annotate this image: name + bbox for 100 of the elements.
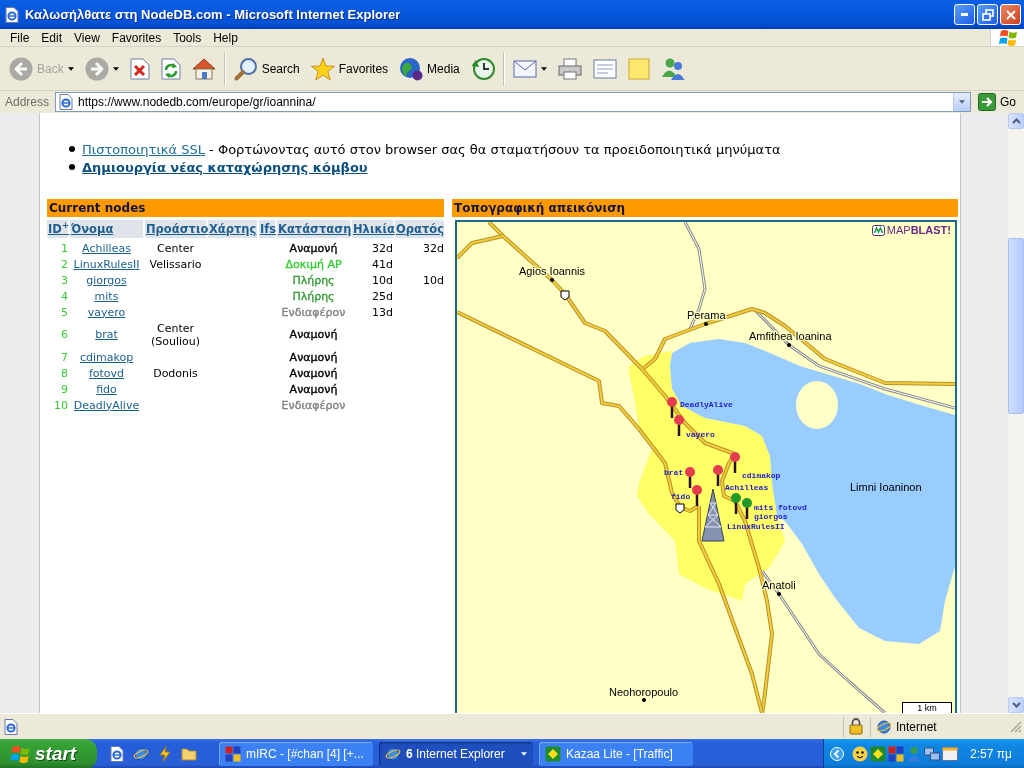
restore-button[interactable] [977, 4, 998, 25]
column-header[interactable]: ID$^{+}$ [47, 220, 68, 238]
column-header[interactable]: Όνομα [70, 220, 143, 238]
column-header[interactable]: Κατάσταση [277, 220, 350, 238]
monitors-icon[interactable] [924, 746, 941, 762]
town-dot-icon [777, 592, 781, 596]
node-id: 5 [61, 305, 68, 319]
envelope-icon [512, 59, 537, 78]
age-value: 10d [372, 273, 393, 287]
node-link[interactable]: cdimakop [79, 350, 134, 364]
status-label: Δοκιμή AP [285, 257, 342, 271]
place-label: Perama [687, 309, 726, 321]
clock: 2:57 πμ [970, 747, 1012, 761]
scroll-thumb[interactable] [1008, 238, 1024, 414]
lightning-icon[interactable] [157, 746, 173, 762]
menu-item[interactable]: View [68, 29, 106, 46]
node-link[interactable]: giorgos [86, 273, 127, 287]
expand-tray-button[interactable] [830, 747, 845, 761]
caret-icon [959, 100, 965, 104]
menu-item[interactable]: Favorites [105, 29, 168, 46]
scrollbar[interactable] [1008, 113, 1024, 713]
node-id: 2 [61, 257, 68, 271]
tile-icon[interactable] [870, 746, 887, 762]
panel-header: Τοπογραφική απεικόνιση [452, 199, 958, 217]
suburb-name: Velissario [149, 257, 202, 271]
status-label: Αναμονή [289, 366, 338, 380]
town-dot-icon [550, 278, 554, 282]
column-header[interactable]: Προάστιο [145, 220, 206, 238]
menu-item[interactable]: File [4, 29, 36, 46]
age-value: 25d [372, 289, 393, 303]
menu-item[interactable]: Tools [167, 29, 208, 46]
document-icon[interactable] [109, 746, 125, 762]
road-shield-icon [675, 503, 685, 514]
scroll-down-button[interactable] [1008, 697, 1024, 713]
pin-label: fido [671, 492, 691, 501]
node-id: 8 [61, 366, 68, 380]
node-link[interactable]: Achilleas [82, 241, 131, 255]
close-button[interactable] [1000, 4, 1021, 25]
close-icon [1005, 9, 1016, 20]
status-label: Αναμονή [289, 328, 338, 341]
taskbar-button[interactable]: Kazaa Lite - [Traffic] [539, 742, 693, 766]
column-header[interactable]: Χάρτης [208, 220, 257, 238]
scroll-up-button[interactable] [1008, 113, 1024, 129]
column-header[interactable]: Ifs [259, 220, 275, 238]
node-link[interactable]: brat [95, 328, 118, 341]
pin-label: mits [754, 503, 774, 512]
chevron-down-icon [1011, 702, 1021, 708]
age-value: 41d [372, 257, 393, 271]
bullet-icon [69, 146, 75, 152]
status-label: Πλήρης [292, 273, 335, 287]
page-link[interactable]: Δημιουργία νέας καταχώρησης κόμβου [82, 159, 368, 175]
node-id: 7 [61, 350, 68, 364]
home-icon [191, 57, 216, 80]
chevron-up-icon [1011, 118, 1021, 124]
pin-label: fotovd [778, 503, 807, 512]
go-button[interactable]: Go [974, 92, 1020, 112]
stop-icon [129, 57, 150, 80]
sticky-note-icon [627, 57, 650, 80]
globe-icon[interactable] [133, 746, 149, 762]
start-button[interactable]: start [0, 739, 97, 768]
menu-item[interactable]: Edit [35, 29, 69, 46]
node-link[interactable]: vayero [87, 305, 126, 319]
seen-value: 10d [423, 273, 444, 287]
node-link[interactable]: mits [94, 289, 119, 303]
window-icon[interactable] [942, 746, 959, 762]
node-link[interactable]: LinuxRulesII [73, 257, 140, 271]
folder-icon[interactable] [181, 746, 197, 762]
favorites-button[interactable]: Favorites [306, 50, 393, 87]
resize-grip-icon[interactable] [1010, 720, 1022, 733]
bullet-icon [69, 164, 75, 170]
minimize-button[interactable] [954, 4, 975, 25]
page-link[interactable]: Πιστοποιητικά SSL [82, 141, 205, 157]
column-header[interactable]: Ορατός [395, 220, 444, 238]
status-label: Αναμονή [289, 350, 338, 364]
node-link[interactable]: fotovd [88, 366, 125, 380]
search-button[interactable]: Search [229, 50, 304, 87]
status-label: Αναμονή [289, 382, 338, 396]
smiley-icon[interactable] [852, 746, 869, 762]
column-header[interactable]: Ηλικία [352, 220, 393, 238]
page-icon [4, 6, 20, 23]
status-label: Αναμονή [289, 241, 338, 255]
age-value: 32d [372, 241, 393, 255]
page-icon [3, 718, 19, 735]
node-link[interactable]: fido [96, 382, 117, 396]
grid-icon[interactable] [888, 746, 905, 762]
address-field[interactable]: https://www.nodedb.com/europe/gr/ioannina/ [55, 92, 953, 112]
media-button[interactable]: Media [395, 50, 464, 87]
node-link[interactable]: DeadlyAlive [73, 398, 140, 412]
taskbar-button[interactable]: mIRC - [#chan [4] [+... [219, 742, 373, 766]
pin-label: brat [664, 468, 684, 477]
pin-label: vayero [686, 430, 715, 439]
status-label: Ενδιαφέρον [281, 305, 346, 319]
node-id: 3 [61, 273, 68, 287]
star-icon [310, 56, 335, 81]
node-id: 10 [54, 398, 68, 412]
seen-value: 32d [423, 241, 444, 255]
node-id: 1 [61, 241, 68, 255]
menu-item[interactable]: Help [207, 29, 244, 46]
taskbar-button[interactable]: 6 Internet Explorer [379, 742, 533, 766]
place-label: Neohoropoulo [609, 686, 679, 698]
